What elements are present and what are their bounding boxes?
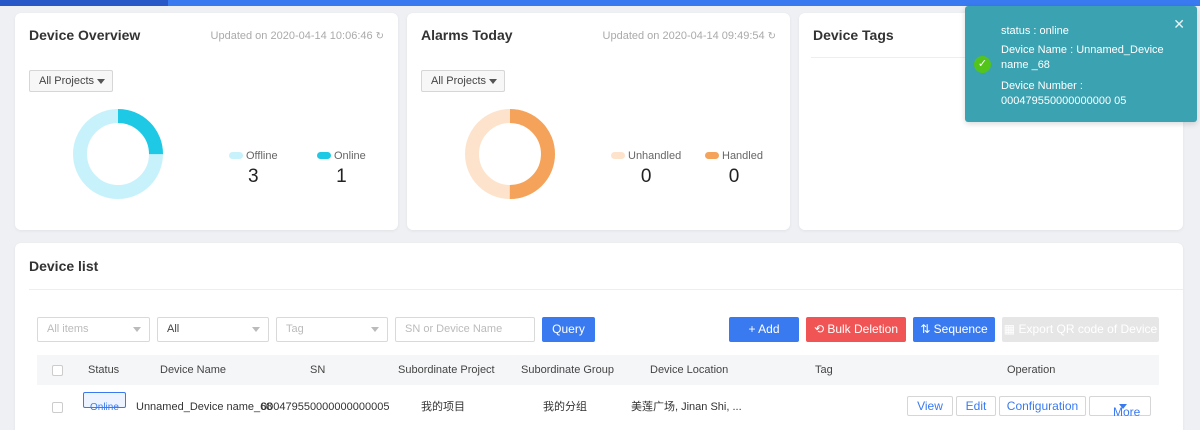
device-list-title: Device list: [29, 258, 99, 274]
qr-icon: ▦: [1003, 322, 1019, 336]
legend-unhandled: Unhandled 0: [611, 148, 681, 188]
delete-icon: ⟲: [813, 322, 828, 336]
status-filter-select[interactable]: All: [157, 317, 269, 342]
handled-count: 0: [728, 166, 740, 187]
offline-swatch: [229, 152, 243, 160]
refresh-icon[interactable]: ↻: [768, 31, 776, 42]
view-button[interactable]: View: [907, 396, 953, 416]
online-swatch: [317, 152, 331, 160]
check-circle-icon: ✓: [974, 56, 991, 73]
device-overview-updated: Updated on 2020-04-14 10:06:46 ↻: [210, 30, 384, 42]
top-nav-active-tab[interactable]: [0, 0, 168, 6]
edit-button[interactable]: Edit: [956, 396, 996, 416]
all-items-select[interactable]: All items: [37, 317, 150, 342]
plus-icon: +: [748, 322, 759, 336]
bulk-deletion-button[interactable]: ⟲ Bulk Deletion: [806, 317, 906, 342]
query-button[interactable]: Query: [542, 317, 595, 342]
unhandled-swatch: [611, 152, 625, 160]
alarms-today-card: Alarms Today Updated on 2020-04-14 09:49…: [407, 13, 790, 230]
export-qr-button[interactable]: ▦ Export QR code of Device: [1002, 317, 1159, 342]
toast-device-name: Device Name : Unnamed_Device name _68: [1001, 44, 1164, 71]
device-status-donut: [73, 109, 163, 199]
overview-project-select[interactable]: All Projects: [29, 70, 113, 92]
col-group: Subordinate Group: [521, 364, 614, 376]
legend-handled: Handled 0: [705, 148, 763, 188]
col-sn: SN: [310, 364, 326, 376]
more-dropdown-button[interactable]: More: [1089, 396, 1151, 419]
device-overview-card: Device Overview Updated on 2020-04-14 10…: [15, 13, 398, 230]
legend-online: Online 1: [317, 148, 366, 188]
group-cell: 我的分组: [543, 401, 587, 413]
toast-device-number: Device Number : 000479550000000000 05: [1001, 80, 1127, 107]
tag-filter-select[interactable]: Tag: [276, 317, 388, 342]
col-operation: Operation: [1007, 364, 1056, 376]
device-name-cell: Unnamed_Device name_68: [136, 401, 273, 413]
search-input[interactable]: SN or Device Name: [395, 317, 535, 342]
select-all-checkbox[interactable]: [52, 365, 63, 376]
status-badge: Online: [83, 392, 126, 413]
alarms-updated: Updated on 2020-04-14 09:49:54 ↻: [602, 30, 776, 42]
add-button[interactable]: + Add: [729, 317, 799, 342]
device-list-card: Device list All items All Tag SN or Devi…: [15, 243, 1183, 430]
offline-count: 3: [248, 166, 259, 187]
handled-swatch: [705, 152, 719, 160]
list-divider: [29, 289, 1183, 290]
status-notification-toast: ✕ ✓ status : online Device Name : Unname…: [965, 6, 1197, 122]
configuration-button[interactable]: Configuration: [999, 396, 1086, 416]
unhandled-count: 0: [640, 166, 652, 187]
col-location: Device Location: [650, 364, 729, 376]
sn-cell: 000479550000000000005: [261, 401, 390, 413]
device-overview-title: Device Overview: [29, 27, 141, 43]
device-tags-title: Device Tags: [813, 27, 894, 43]
row-checkbox[interactable]: [52, 402, 63, 413]
project-cell: 我的项目: [421, 401, 465, 413]
alarms-project-select[interactable]: All Projects: [421, 70, 505, 92]
chevron-down-icon: [133, 327, 141, 332]
chevron-down-icon: [252, 327, 260, 332]
col-project: Subordinate Project: [398, 364, 495, 376]
online-count: 1: [336, 166, 347, 187]
col-device-name: Device Name: [160, 364, 227, 376]
chevron-down-icon: [97, 79, 105, 84]
legend-offline: Offline 3: [229, 148, 278, 188]
sequence-button[interactable]: ⇅ Sequence: [913, 317, 995, 342]
location-cell: 美莲广场, Jinan Shi, ...: [631, 401, 742, 413]
sort-icon: ⇅: [920, 322, 934, 336]
chevron-down-icon: [489, 79, 497, 84]
col-tag: Tag: [815, 364, 833, 376]
table-row[interactable]: Online Unnamed_Device name_68 0004795500…: [37, 392, 1159, 422]
table-header: Status Device Name SN Subordinate Projec…: [37, 355, 1159, 385]
alarms-today-title: Alarms Today: [421, 27, 513, 43]
toast-status: status : online: [1001, 25, 1069, 37]
alarms-donut: [465, 109, 555, 199]
chevron-down-icon: [371, 327, 379, 332]
col-status: Status: [88, 364, 120, 376]
refresh-icon[interactable]: ↻: [376, 31, 384, 42]
